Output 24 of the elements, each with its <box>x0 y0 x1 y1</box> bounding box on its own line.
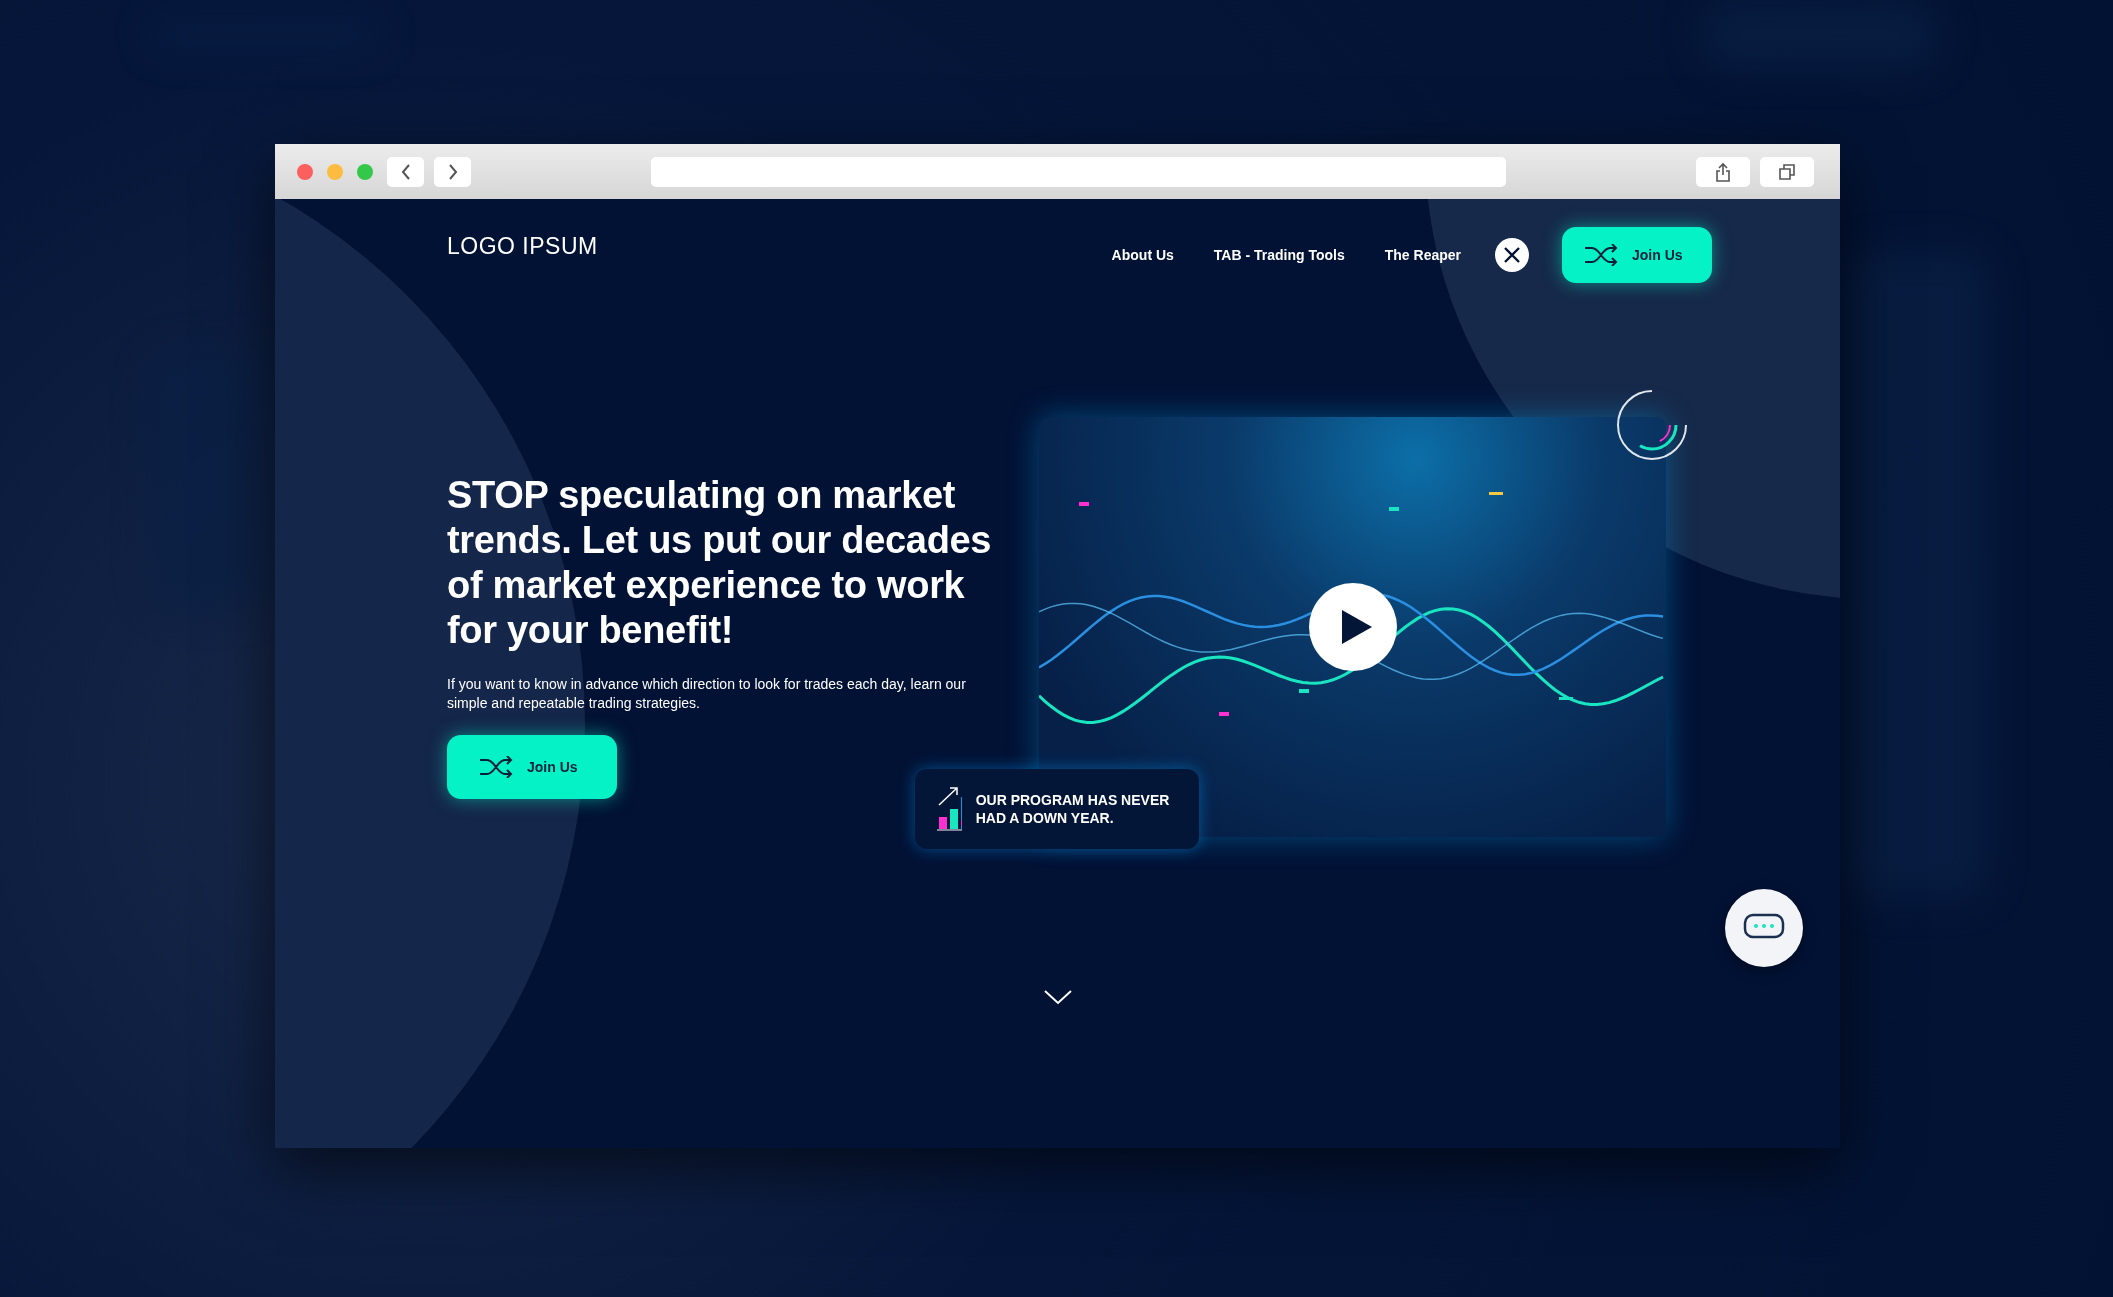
back-button[interactable] <box>387 156 424 187</box>
badge-text: OUR PROGRAM HAS NEVER HAD A DOWN YEAR. <box>975 791 1171 827</box>
join-button[interactable]: Join Us <box>447 735 617 799</box>
hero-headline: STOP speculating on market trends. Let us put our decades of market experience to work for your benefit! <box>447 473 993 653</box>
nav-link[interactable]: About Us <box>1111 247 1174 263</box>
hero-description: If you want to know in advance which direction to look for trades each day, learn our simple and repeatable trading strategies. <box>447 675 967 713</box>
join-button[interactable]: Join Us <box>1562 227 1712 283</box>
forward-button[interactable] <box>434 156 471 187</box>
x-logo-icon <box>1503 246 1521 264</box>
share-button[interactable] <box>1696 156 1750 187</box>
share-icon <box>1715 161 1731 182</box>
bar-chart-growth-icon <box>935 785 962 833</box>
logo-text[interactable]: LOGO IPSUM <box>447 232 598 260</box>
forward-icon <box>447 163 458 180</box>
nav-link[interactable]: TAB - Trading Tools <box>1213 247 1345 263</box>
loading-ring-icon <box>1614 387 1690 463</box>
nav-link[interactable]: The Reaper <box>1384 247 1461 263</box>
scroll-down-icon[interactable] <box>1043 989 1073 1005</box>
shuffle-icon <box>1584 244 1618 266</box>
play-icon <box>1341 610 1372 644</box>
tabs-button[interactable] <box>1760 156 1814 187</box>
tabs-icon <box>1778 162 1796 181</box>
shuffle-icon <box>479 756 513 778</box>
back-icon <box>400 163 411 180</box>
